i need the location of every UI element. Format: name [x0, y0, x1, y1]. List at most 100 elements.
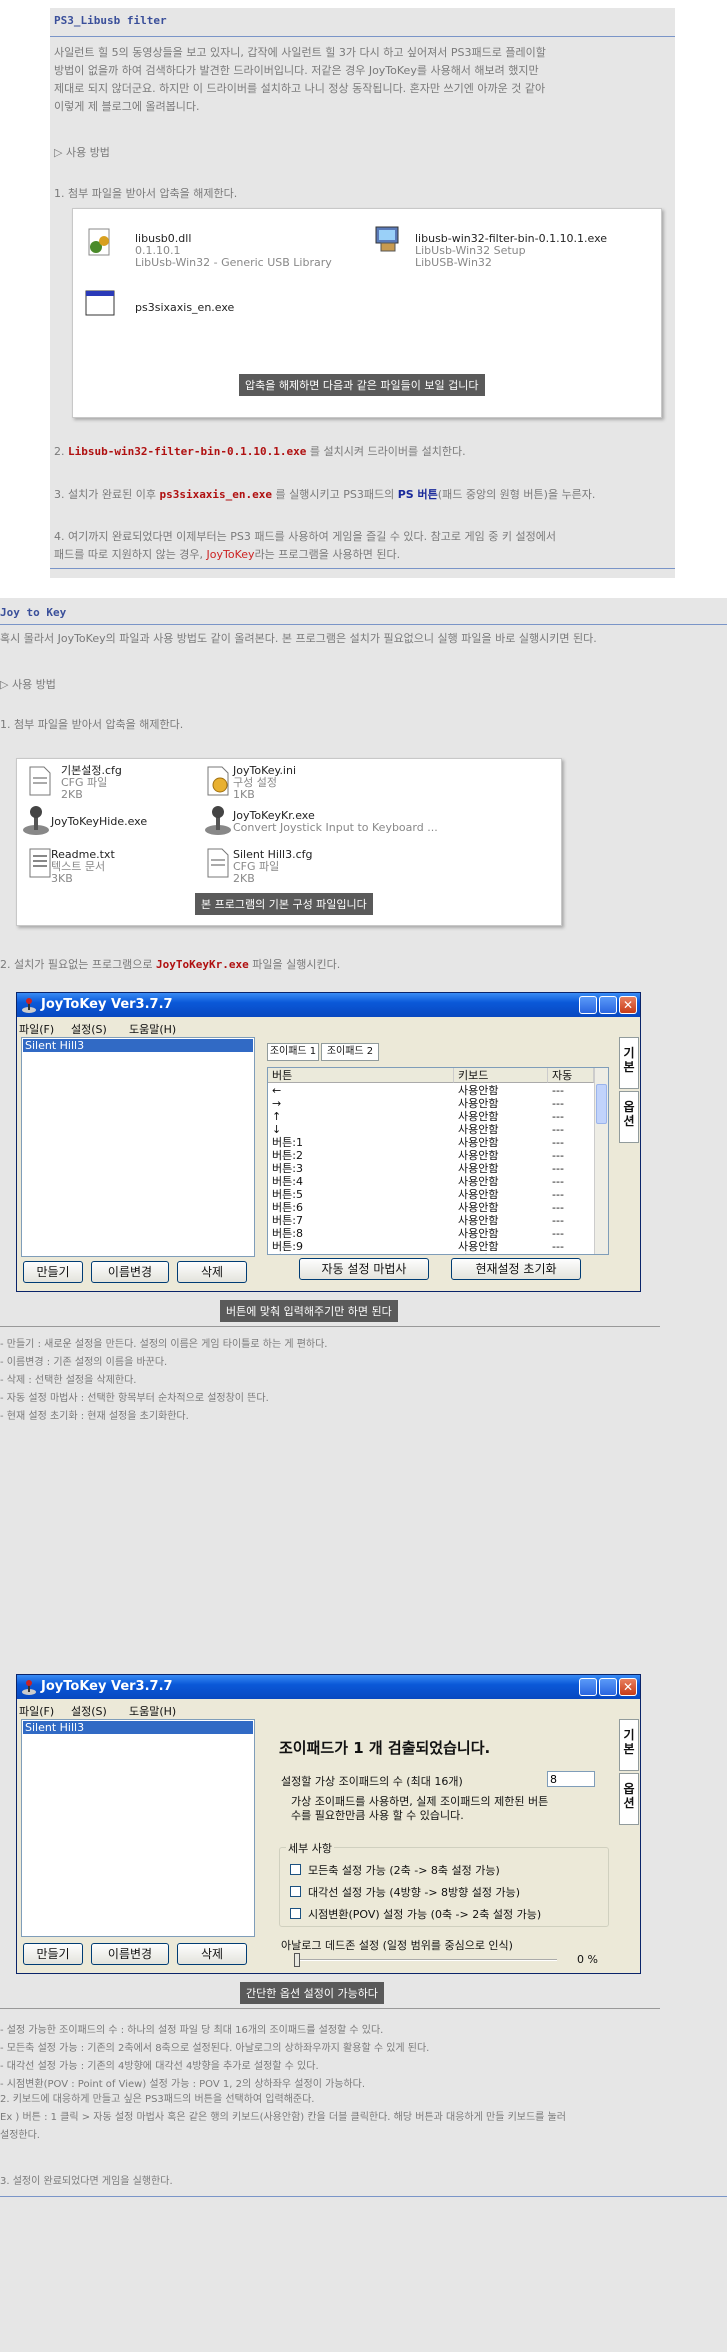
- profile-item[interactable]: Silent Hill3: [23, 1039, 253, 1052]
- virtual-pad-count-input[interactable]: [547, 1771, 595, 1787]
- table-row[interactable]: 버튼:8 사용안함 ---: [268, 1227, 594, 1240]
- table-row[interactable]: 버튼:5 사용안함 ---: [268, 1188, 594, 1201]
- scroll-thumb[interactable]: [596, 1084, 607, 1124]
- cell-keyboard: 사용안함: [458, 1201, 499, 1214]
- title-bar[interactable]: JoyToKey Ver3.7.7 ✕: [17, 1675, 640, 1699]
- minimize-button[interactable]: [579, 996, 597, 1014]
- file-name: ps3sixaxis_en.exe: [135, 301, 235, 314]
- deadzone-slider-thumb[interactable]: [294, 1953, 300, 1967]
- table-row[interactable]: 버튼:7 사용안함 ---: [268, 1214, 594, 1227]
- file-default-cfg[interactable]: 기본설정.cfg CFG 파일 2KB: [61, 765, 122, 801]
- table-row[interactable]: ↑ 사용안함 ---: [268, 1110, 594, 1123]
- vertical-scrollbar[interactable]: [594, 1068, 608, 1254]
- column-auto[interactable]: 자동: [548, 1068, 594, 1083]
- file-company: LibUSB-Win32: [415, 256, 492, 269]
- file-silenthill3-cfg[interactable]: Silent Hill3.cfg CFG 파일 2KB: [233, 849, 312, 885]
- file-joytokeyhide-exe[interactable]: JoyToKeyHide.exe: [51, 816, 147, 828]
- all-axes-checkbox[interactable]: [290, 1864, 301, 1875]
- table-row[interactable]: 버튼:10 사용안함 ---: [268, 1253, 594, 1254]
- step-2: 2. 설치가 필요없는 프로그램으로 JoyToKeyKr.exe 파일을 실행…: [0, 956, 340, 974]
- cell-keyboard: 사용안함: [458, 1149, 499, 1162]
- vtab-options[interactable]: 옵션: [619, 1091, 639, 1143]
- minimize-button[interactable]: [579, 1678, 597, 1696]
- rename-button[interactable]: 이름변경: [91, 1261, 169, 1283]
- pov-checkbox[interactable]: [290, 1908, 301, 1919]
- step-4-text-b: 라는 프로그램을 사용하면 된다.: [254, 548, 401, 561]
- menu-help[interactable]: 도움말(H): [129, 1021, 176, 1037]
- profile-item[interactable]: Silent Hill3: [23, 1721, 253, 1734]
- menu-file[interactable]: 파일(F): [19, 1021, 54, 1037]
- cell-auto: ---: [552, 1240, 564, 1253]
- delete-button[interactable]: 삭제: [177, 1261, 247, 1283]
- step-3-file: ps3sixaxis_en.exe: [159, 488, 273, 501]
- vtab-options[interactable]: 옵션: [619, 1773, 639, 1825]
- menu-help[interactable]: 도움말(H): [129, 1703, 176, 1719]
- column-keyboard[interactable]: 키보드: [454, 1068, 548, 1083]
- menu-settings[interactable]: 설정(S): [71, 1703, 107, 1719]
- table-row[interactable]: 버튼:1 사용안함 ---: [268, 1136, 594, 1149]
- section-title: PS3_Libusb filter: [54, 14, 167, 27]
- vtab-basic[interactable]: 기본: [619, 1719, 639, 1771]
- cell-button: ↓: [272, 1123, 282, 1136]
- title-bar[interactable]: JoyToKey Ver3.7.7 ✕: [17, 993, 640, 1017]
- bullet: - 현재 설정 초기화 : 현재 설정을 초기화한다.: [0, 1411, 189, 1422]
- usage-heading: ▷ 사용 방법: [0, 678, 56, 691]
- close-button[interactable]: ✕: [619, 1678, 637, 1696]
- cell-keyboard: 사용안함: [458, 1136, 499, 1149]
- deadzone-slider[interactable]: [295, 1959, 557, 1961]
- close-button[interactable]: ✕: [619, 996, 637, 1014]
- table-row[interactable]: ← 사용안함 ---: [268, 1084, 594, 1097]
- menu-settings[interactable]: 설정(S): [71, 1021, 107, 1037]
- table-row[interactable]: 버튼:3 사용안함 ---: [268, 1162, 594, 1175]
- cell-button: 버튼:9: [272, 1240, 303, 1253]
- step-4-text-a: 패드를 따로 지원하지 않는 경우,: [54, 548, 204, 561]
- file-size: 3KB: [51, 872, 73, 885]
- table-row[interactable]: 버튼:9 사용안함 ---: [268, 1240, 594, 1253]
- file-joytokey-ini[interactable]: JoyToKey.ini 구성 설정 1KB: [233, 765, 296, 801]
- maximize-button[interactable]: [599, 996, 617, 1014]
- diagonal-checkbox[interactable]: [290, 1886, 301, 1897]
- profile-list[interactable]: Silent Hill3: [21, 1719, 255, 1937]
- column-button[interactable]: 버튼: [268, 1068, 454, 1083]
- file-joytokeykr-exe[interactable]: JoyToKeyKr.exe Convert Joystick Input to…: [233, 810, 438, 834]
- joytokey-link[interactable]: JoyToKey: [207, 548, 255, 561]
- step-3: 3. 설치가 완료된 이후 ps3sixaxis_en.exe 를 실행시키고 …: [54, 486, 595, 504]
- dll-file-icon: [88, 228, 110, 256]
- table-row[interactable]: ↓ 사용안함 ---: [268, 1123, 594, 1136]
- table-row[interactable]: → 사용안함 ---: [268, 1097, 594, 1110]
- cell-auto: ---: [552, 1084, 564, 1097]
- exe-window-icon: [85, 290, 115, 316]
- joystick-icon: [22, 1680, 36, 1695]
- step-2-number: 2.: [54, 445, 65, 458]
- create-button[interactable]: 만들기: [23, 1943, 83, 1965]
- step-3-line-3: 설정한다.: [0, 2130, 40, 2141]
- step-3: 2. 키보드에 대응하게 만들고 싶은 PS3패드의 버튼을 선택하여 입력해준…: [0, 2091, 566, 2145]
- deadzone-value: 0 %: [577, 1953, 598, 1966]
- menu-file[interactable]: 파일(F): [19, 1703, 54, 1719]
- rename-button[interactable]: 이름변경: [91, 1943, 169, 1965]
- file-size: 2KB: [61, 788, 83, 801]
- auto-setup-wizard-button[interactable]: 자동 설정 마법사: [299, 1258, 429, 1280]
- file-ps3sixaxis-exe[interactable]: ps3sixaxis_en.exe: [135, 302, 234, 314]
- step-3-text-a: 3. 설치가 완료된 이후: [54, 488, 156, 501]
- all-axes-label: 모든축 설정 가능 (2축 -> 8축 설정 가능): [308, 1864, 500, 1877]
- profile-list[interactable]: Silent Hill3: [21, 1037, 255, 1257]
- file-libusb-filter-exe[interactable]: libusb-win32-filter-bin-0.1.10.1.exe Lib…: [415, 233, 607, 269]
- maximize-button[interactable]: [599, 1678, 617, 1696]
- table-row[interactable]: 버튼:4 사용안함 ---: [268, 1175, 594, 1188]
- create-button[interactable]: 만들기: [23, 1261, 83, 1283]
- table-row[interactable]: 버튼:2 사용안함 ---: [268, 1149, 594, 1162]
- button-mapping-table[interactable]: 버튼 키보드 자동 ← 사용안함 --- → 사용안함 --- ↑ 사용안함 --- ↓ 사용안함 -…: [267, 1067, 609, 1255]
- details-group-label: 세부 사항: [286, 1840, 334, 1856]
- bullet: - 설정 가능한 조이패드의 수 : 하나의 설정 파일 당 최대 16개의 조…: [0, 2025, 384, 2036]
- vtab-basic[interactable]: 기본: [619, 1037, 639, 1089]
- reset-settings-button[interactable]: 현재설정 초기화: [451, 1258, 581, 1280]
- file-readme-txt[interactable]: Readme.txt 텍스트 문서 3KB: [51, 849, 115, 885]
- file-libusb0-dll[interactable]: libusb0.dll 0.1.10.1 LibUsb-Win32 - Gene…: [135, 233, 332, 269]
- tab-joypad-1[interactable]: 조이패드 1: [267, 1043, 319, 1061]
- bullet: - 대각선 설정 가능 : 기존의 4방향에 대각선 4방향을 추가로 설정할 …: [0, 2061, 319, 2072]
- delete-button[interactable]: 삭제: [177, 1943, 247, 1965]
- tab-joypad-2[interactable]: 조이패드 2: [321, 1043, 379, 1061]
- cell-button: 버튼:5: [272, 1188, 303, 1201]
- table-row[interactable]: 버튼:6 사용안함 ---: [268, 1201, 594, 1214]
